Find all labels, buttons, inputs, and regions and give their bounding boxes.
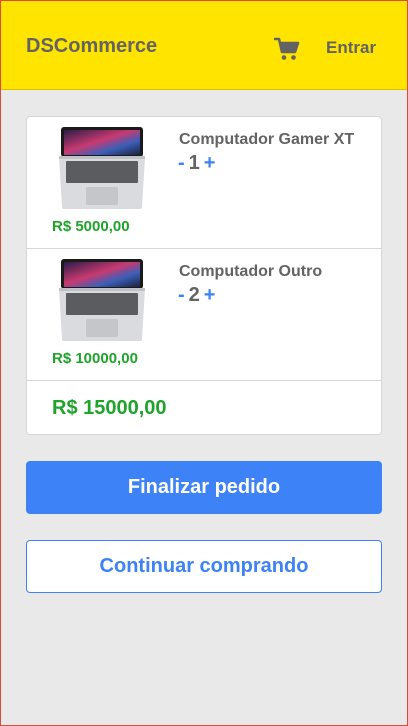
cart-card: R$ 5000,00 Computador Gamer XT -1 + R$ 10… bbox=[26, 116, 382, 435]
cart-item: R$ 10000,00 Computador Outro -2 + bbox=[27, 249, 381, 381]
laptop-image bbox=[59, 127, 145, 209]
top-bar: DSCommerce Entrar bbox=[1, 1, 407, 90]
decrement-button[interactable]: - bbox=[178, 284, 185, 306]
shopping-cart-icon[interactable] bbox=[273, 37, 300, 61]
item-quantity: 1 bbox=[188, 152, 200, 174]
item-name: Computador Gamer XT bbox=[179, 131, 355, 148]
item-quantity: 2 bbox=[188, 284, 200, 306]
increment-button[interactable]: + bbox=[204, 152, 216, 174]
item-price: R$ 10000,00 bbox=[52, 350, 138, 367]
quantity-stepper: -2 + bbox=[178, 284, 215, 307]
item-name: Computador Outro bbox=[179, 263, 323, 280]
quantity-stepper: -1 + bbox=[178, 152, 215, 175]
laptop-image bbox=[59, 259, 145, 341]
continue-shopping-button[interactable]: Continuar comprando bbox=[26, 540, 382, 593]
brand-logo-text[interactable]: DSCommerce bbox=[26, 35, 157, 58]
checkout-button[interactable]: Finalizar pedido bbox=[26, 461, 382, 514]
login-link[interactable]: Entrar bbox=[326, 38, 376, 58]
increment-button[interactable]: + bbox=[204, 284, 216, 306]
cart-total: R$ 15000,00 bbox=[52, 397, 167, 419]
item-price: R$ 5000,00 bbox=[52, 218, 130, 235]
cart-item: R$ 5000,00 Computador Gamer XT -1 + bbox=[27, 117, 381, 249]
decrement-button[interactable]: - bbox=[178, 152, 185, 174]
